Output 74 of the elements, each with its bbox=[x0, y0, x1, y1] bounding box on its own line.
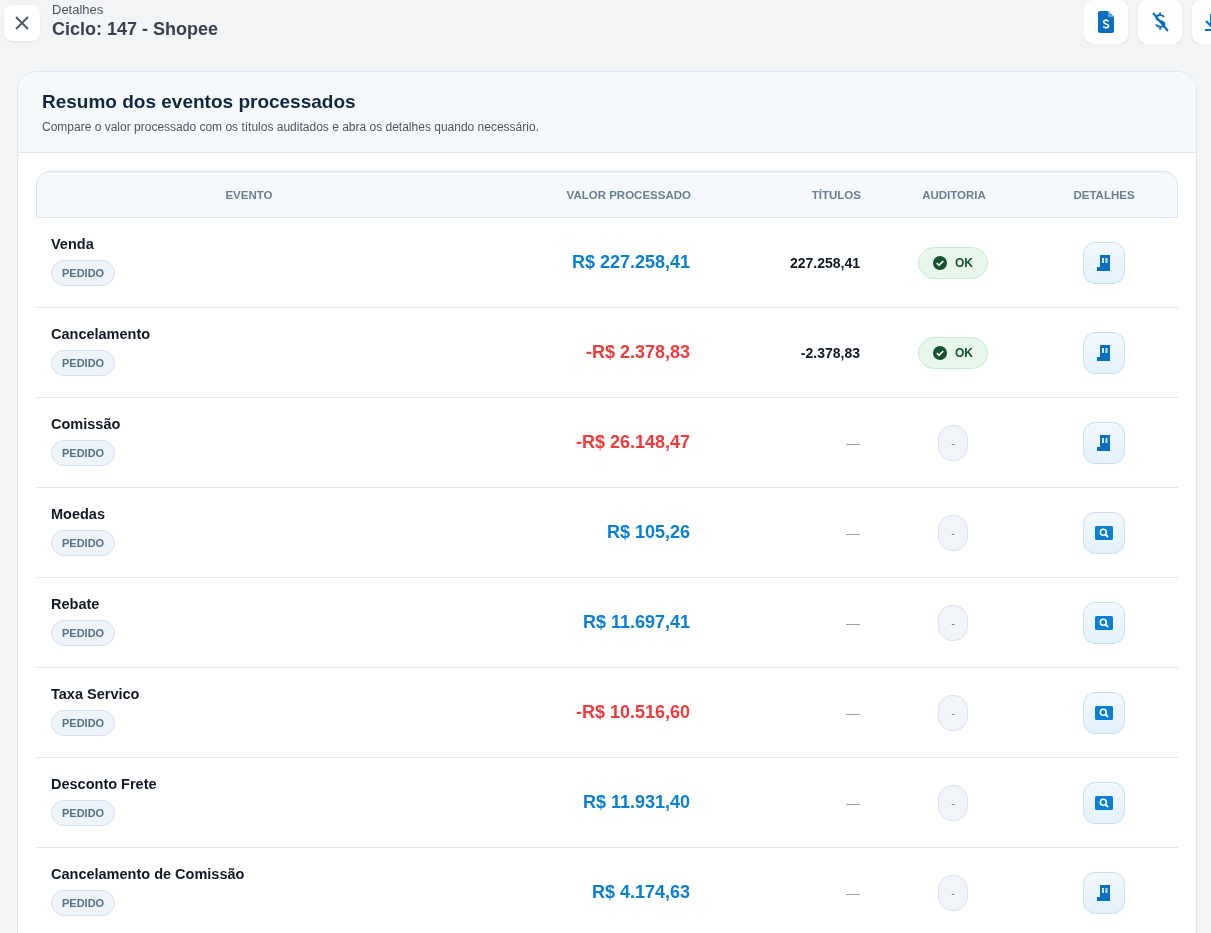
no-dollar-button[interactable] bbox=[1138, 0, 1182, 44]
titles-value: — bbox=[846, 884, 860, 901]
event-name: Cancelamento bbox=[51, 325, 151, 342]
event-tag: PEDIDO bbox=[51, 709, 116, 736]
dollar-document-icon bbox=[1097, 11, 1115, 33]
titles-value: — bbox=[846, 794, 860, 811]
details-button[interactable] bbox=[1083, 421, 1125, 464]
receipt-icon bbox=[1096, 433, 1112, 452]
audit-label: OK bbox=[955, 255, 973, 270]
search-icon bbox=[1095, 525, 1113, 540]
details-button[interactable] bbox=[1083, 331, 1125, 374]
audit-status: - bbox=[938, 784, 968, 821]
event-tag: PEDIDO bbox=[51, 349, 116, 376]
processed-value: R$ 227.258,41 bbox=[571, 252, 690, 272]
event-name: Comissão bbox=[51, 415, 121, 432]
close-button[interactable] bbox=[4, 5, 40, 41]
event-tag: PEDIDO bbox=[51, 889, 116, 916]
page-subtitle: Detalhes bbox=[52, 2, 105, 18]
event-name: Venda bbox=[51, 235, 94, 252]
column-header: EVENTO bbox=[224, 188, 274, 201]
check-circle-icon bbox=[933, 255, 947, 270]
processed-value: R$ 105,26 bbox=[606, 522, 690, 542]
invoice-button[interactable] bbox=[1084, 0, 1128, 44]
event-tag: PEDIDO bbox=[51, 439, 116, 466]
column-header: TÍTULOS bbox=[810, 188, 862, 201]
event-name: Taxa Servico bbox=[51, 685, 140, 702]
processed-value: -R$ 10.516,60 bbox=[575, 702, 690, 722]
titles-value: — bbox=[846, 704, 860, 721]
audit-status: - bbox=[938, 874, 968, 911]
processed-value: R$ 4.174,63 bbox=[591, 882, 690, 902]
details-button[interactable] bbox=[1083, 691, 1125, 734]
event-name: Moedas bbox=[51, 505, 105, 522]
check-circle-icon bbox=[933, 345, 947, 360]
event-tag: PEDIDO bbox=[51, 619, 116, 646]
details-button[interactable] bbox=[1083, 781, 1125, 824]
column-header: VALOR PROCESSADO bbox=[565, 188, 692, 201]
titles-value: — bbox=[846, 434, 860, 451]
event-tag: PEDIDO bbox=[51, 259, 116, 286]
search-icon bbox=[1095, 705, 1113, 720]
column-header: DETALHES bbox=[1072, 188, 1136, 201]
search-icon bbox=[1095, 615, 1113, 630]
audit-status: - bbox=[938, 694, 968, 731]
down-arrow-icon bbox=[1205, 13, 1211, 31]
details-button[interactable] bbox=[1083, 511, 1125, 554]
event-tag: PEDIDO bbox=[51, 799, 116, 826]
card-description: Compare o valor processado com os títulos auditados e abra os detalhes quando necessário. bbox=[42, 120, 540, 134]
close-icon bbox=[14, 15, 30, 31]
titles-value: — bbox=[846, 524, 860, 541]
processed-value: -R$ 2.378,83 bbox=[585, 342, 690, 362]
event-name: Cancelamento de Comissão bbox=[51, 865, 245, 882]
event-name: Desconto Frete bbox=[51, 775, 157, 792]
page-title: Ciclo: 147 - Shopee bbox=[52, 18, 219, 40]
processed-value: -R$ 26.148,47 bbox=[575, 432, 690, 452]
titles-value: 227.258,41 bbox=[789, 254, 860, 271]
event-name: Rebate bbox=[51, 595, 100, 612]
event-tag: PEDIDO bbox=[51, 529, 116, 556]
details-button[interactable] bbox=[1083, 601, 1125, 644]
audit-label: OK bbox=[955, 345, 973, 360]
titles-value: -2.378,83 bbox=[800, 344, 860, 361]
search-icon bbox=[1095, 795, 1113, 810]
audit-status: - bbox=[938, 424, 968, 461]
column-header: AUDITORIA bbox=[921, 188, 987, 201]
details-button[interactable] bbox=[1083, 871, 1125, 914]
details-button[interactable] bbox=[1083, 241, 1125, 284]
titles-value: — bbox=[846, 614, 860, 631]
receipt-icon bbox=[1096, 253, 1112, 272]
card-title: Resumo dos eventos processados bbox=[42, 91, 357, 113]
processed-value: R$ 11.697,41 bbox=[582, 612, 690, 632]
receipt-icon bbox=[1096, 343, 1112, 362]
processed-value: R$ 11.931,40 bbox=[582, 792, 690, 812]
audit-status: - bbox=[938, 604, 968, 641]
crossed-dollar-icon bbox=[1151, 11, 1169, 33]
audit-status: - bbox=[938, 514, 968, 551]
receipt-icon bbox=[1096, 883, 1112, 902]
